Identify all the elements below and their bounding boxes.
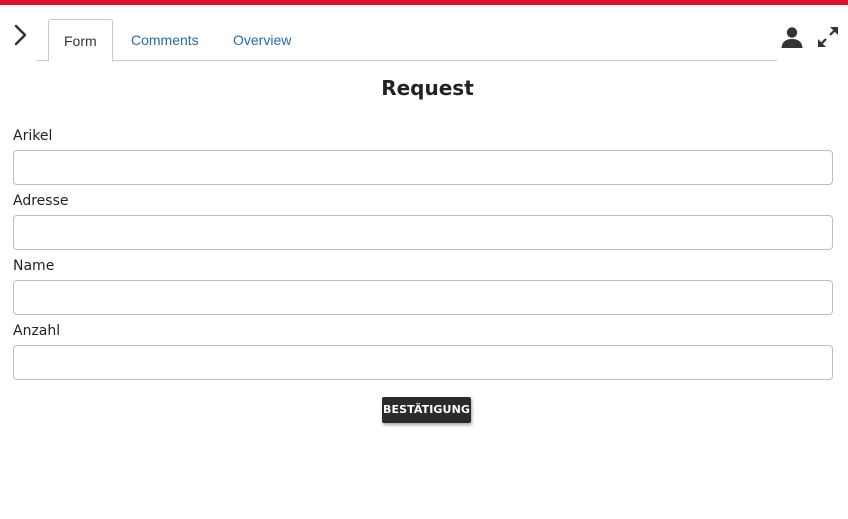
user-icon[interactable] <box>780 25 804 49</box>
confirm-button[interactable]: BESTÄTIGUNG <box>382 397 471 423</box>
tab-bar: Form Comments Overview <box>36 19 777 62</box>
name-input[interactable] <box>13 280 833 315</box>
arikel-input[interactable] <box>13 150 833 185</box>
tab-comments[interactable]: Comments <box>116 19 214 61</box>
field-label-name: Name <box>13 258 55 274</box>
tab-overview[interactable]: Overview <box>218 19 306 61</box>
adresse-input[interactable] <box>13 215 833 250</box>
tab-form[interactable]: Form <box>48 19 113 62</box>
field-label-anzahl: Anzahl <box>13 323 61 339</box>
anzahl-input[interactable] <box>13 345 833 380</box>
expand-icon[interactable] <box>816 25 840 49</box>
field-label-adresse: Adresse <box>13 193 69 209</box>
field-label-arikel: Arikel <box>13 128 53 144</box>
top-accent-bar <box>0 0 848 5</box>
form-title: Request <box>381 76 474 100</box>
chevron-right-icon[interactable] <box>10 22 32 48</box>
